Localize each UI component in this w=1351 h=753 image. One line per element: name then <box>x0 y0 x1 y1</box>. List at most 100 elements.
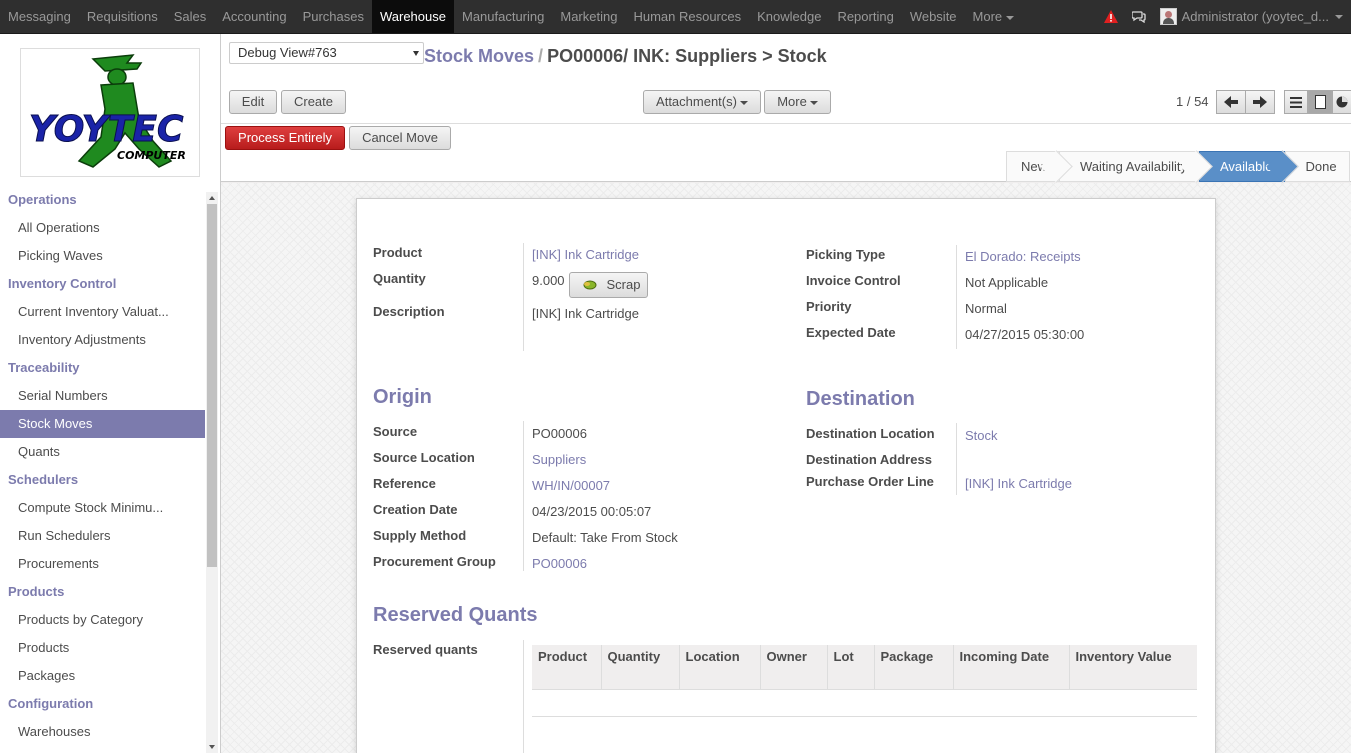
warning-icon[interactable] <box>1103 10 1118 23</box>
edit-button[interactable]: Edit <box>229 90 277 114</box>
description-label: Description <box>373 304 445 319</box>
picking-type-link[interactable]: El Dorado: Receipts <box>965 249 1081 264</box>
pager-value: 1 / 54 <box>1176 94 1209 109</box>
column-location[interactable]: Location <box>678 645 760 689</box>
cancel-move-button[interactable]: Cancel Move <box>349 126 451 150</box>
column-lot[interactable]: Lot <box>826 645 874 689</box>
list-icon <box>1290 96 1302 108</box>
sidebar-item-serial-numbers[interactable]: Serial Numbers <box>0 382 205 410</box>
sidebar-item-inventory-valuation[interactable]: Current Inventory Valuat... <box>0 298 205 326</box>
sidebar-item-stock-moves[interactable]: Stock Moves <box>0 410 205 438</box>
product-link[interactable]: [INK] Ink Cartridge <box>532 247 639 262</box>
breadcrumb-separator: / <box>538 46 544 66</box>
dropdown-arrow-icon <box>413 51 419 56</box>
form-view-button[interactable] <box>1308 90 1332 114</box>
sidebar-item-packages[interactable]: Packages <box>0 662 205 690</box>
pager-previous-button[interactable] <box>1216 90 1246 114</box>
expected-date-label: Expected Date <box>806 325 896 340</box>
source-location-label: Source Location <box>373 450 475 465</box>
more-button[interactable]: More <box>764 90 831 114</box>
top-menu-bar: Messaging Requisitions Sales Accounting … <box>0 0 1351 34</box>
sidebar-scrollbar[interactable] <box>206 192 218 753</box>
reference-link[interactable]: WH/IN/00007 <box>532 478 610 493</box>
attachments-button[interactable]: Attachment(s) <box>643 90 761 114</box>
status-step-waiting-availability: Waiting Availability <box>1059 151 1199 182</box>
company-logo[interactable]: YOYTEC COMPUTER <box>20 48 200 177</box>
source-value: PO00006 <box>532 426 587 441</box>
svg-text:COMPUTER: COMPUTER <box>117 149 186 162</box>
menu-reporting[interactable]: Reporting <box>829 0 901 33</box>
creation-date-value: 04/23/2015 00:05:07 <box>532 504 652 519</box>
menu-manufacturing[interactable]: Manufacturing <box>454 0 552 33</box>
sidebar-item-picking-waves[interactable]: Picking Waves <box>0 242 205 270</box>
scrap-button[interactable]: Scrap <box>569 272 648 298</box>
list-view-button[interactable] <box>1284 90 1308 114</box>
picking-type-label: Picking Type <box>806 247 886 262</box>
column-incoming-date[interactable]: Incoming Date <box>952 645 1069 689</box>
menu-marketing[interactable]: Marketing <box>552 0 625 33</box>
form-background: Product [INK] Ink Cartridge Quantity 9.0… <box>221 183 1351 753</box>
column-inventory-value[interactable]: Inventory Value <box>1068 645 1197 689</box>
debug-view-select[interactable]: Debug View#763 <box>229 42 424 64</box>
column-package[interactable]: Package <box>873 645 953 689</box>
destination-location-link[interactable]: Stock <box>965 428 998 443</box>
menu-accounting[interactable]: Accounting <box>214 0 294 33</box>
pie-chart-icon <box>1336 96 1348 108</box>
supply-method-value: Default: Take From Stock <box>532 530 678 545</box>
sidebar-section-products: Products <box>8 584 65 599</box>
field-divider <box>956 245 957 349</box>
column-quantity[interactable]: Quantity <box>600 645 679 689</box>
purchase-order-line-link[interactable]: [INK] Ink Cartridge <box>965 476 1072 491</box>
process-entirely-button[interactable]: Process Entirely <box>225 126 345 150</box>
menu-sales[interactable]: Sales <box>166 0 215 33</box>
field-divider <box>523 243 524 351</box>
user-menu[interactable]: Administrator (yoytec_d... <box>1159 8 1351 25</box>
form-sheet: Product [INK] Ink Cartridge Quantity 9.0… <box>356 198 1216 753</box>
sidebar-item-products-by-category[interactable]: Products by Category <box>0 606 205 634</box>
menu-more[interactable]: More <box>965 0 1023 33</box>
column-owner[interactable]: Owner <box>759 645 827 689</box>
sidebar-item-all-operations[interactable]: All Operations <box>0 214 205 242</box>
sidebar-item-inventory-adjustments[interactable]: Inventory Adjustments <box>0 326 205 354</box>
quantity-value: 9.000 <box>532 273 565 288</box>
sidebar-item-procurements[interactable]: Procurements <box>0 550 205 578</box>
destination-address-label: Destination Address <box>806 452 932 467</box>
debug-view-value: Debug View#763 <box>238 45 337 60</box>
more-label: More <box>777 94 807 109</box>
sidebar-item-run-schedulers[interactable]: Run Schedulers <box>0 522 205 550</box>
breadcrumb-stock-moves[interactable]: Stock Moves <box>424 46 534 66</box>
procurement-group-link[interactable]: PO00006 <box>532 556 587 571</box>
sidebar-item-compute-stock-minimum[interactable]: Compute Stock Minimu... <box>0 494 205 522</box>
sidebar-section-configuration: Configuration <box>8 696 94 711</box>
priority-value: Normal <box>965 301 1007 316</box>
menu-messaging[interactable]: Messaging <box>0 0 79 33</box>
creation-date-label: Creation Date <box>373 502 458 517</box>
sidebar-item-quants[interactable]: Quants <box>0 438 205 466</box>
menu-website[interactable]: Website <box>902 0 965 33</box>
procurement-group-label: Procurement Group <box>373 554 496 569</box>
menu-knowledge[interactable]: Knowledge <box>749 0 829 33</box>
graph-view-button[interactable] <box>1332 90 1351 114</box>
chevron-down-icon <box>1006 15 1015 20</box>
menu-requisitions[interactable]: Requisitions <box>79 0 166 33</box>
pager-next-button[interactable] <box>1245 90 1275 114</box>
chat-icon[interactable] <box>1131 10 1146 23</box>
sidebar-item-products[interactable]: Products <box>0 634 205 662</box>
create-button[interactable]: Create <box>281 90 346 114</box>
column-product[interactable]: Product <box>532 645 601 689</box>
menu-warehouse[interactable]: Warehouse <box>371 0 454 33</box>
field-divider <box>956 423 957 495</box>
menu-purchases[interactable]: Purchases <box>295 0 372 33</box>
priority-label: Priority <box>806 299 852 314</box>
sidebar-item-warehouses[interactable]: Warehouses <box>0 718 205 746</box>
scrollbar-thumb[interactable] <box>207 204 217 567</box>
scroll-up-icon[interactable] <box>209 196 215 200</box>
source-location-link[interactable]: Suppliers <box>532 452 586 467</box>
menu-human-resources[interactable]: Human Resources <box>625 0 749 33</box>
sidebar-section-schedulers: Schedulers <box>8 472 79 487</box>
sidebar: YOYTEC COMPUTER Operations All Operation… <box>0 34 221 753</box>
arrow-right-icon <box>1253 96 1267 108</box>
chevron-down-icon <box>739 100 748 105</box>
reserved-quants-title: Reserved Quants <box>373 604 538 626</box>
scroll-down-icon[interactable] <box>209 745 215 749</box>
